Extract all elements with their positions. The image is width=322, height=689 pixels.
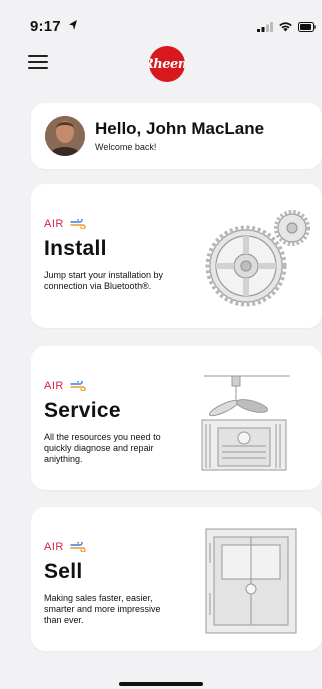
status-time: 9:17 [30,18,61,35]
greeting-text: Hello, John MacLane [95,119,265,138]
card-title: Service [44,399,121,422]
home-indicator[interactable] [119,682,203,686]
gear-illustration [205,210,310,307]
status-icons [257,21,316,32]
card-title: Install [44,237,107,260]
card-title: Sell [44,560,83,583]
card-description: Making sales faster, easier, smarter and… [44,593,161,625]
card-description: All the resources you need to quickly di… [44,432,161,464]
air-flow-icon [70,542,86,552]
air-label: AIR [44,541,64,553]
furnace-unit-illustration [205,528,297,634]
battery-icon [298,21,316,32]
service-card[interactable]: AIR Service All the resources you need t… [31,346,322,490]
signal-icon [257,21,273,32]
card-description: Jump start your installation by connecti… [44,270,164,291]
air-label: AIR [44,218,64,230]
welcome-card: Hello, John MacLane Welcome back! [31,103,322,169]
air-flow-icon [70,219,86,229]
location-arrow-icon [69,20,77,30]
status-bar: 9:17 [0,0,322,44]
avatar [45,116,85,156]
sell-card[interactable]: AIR Sell Making sales faster, easier, sm… [31,507,322,651]
welcome-subtitle: Welcome back! [95,142,157,152]
air-tag: AIR [44,541,86,553]
wifi-icon [279,22,292,32]
rheem-logo: Rheem [149,46,185,82]
logo-text: Rheem [149,56,185,72]
install-card[interactable]: AIR Install Jump start your installation… [31,184,322,328]
air-tag: AIR [44,380,86,392]
air-flow-icon [70,381,86,391]
condenser-unit-illustration [201,375,290,471]
menu-icon[interactable] [28,55,48,71]
air-tag: AIR [44,218,86,230]
air-label: AIR [44,380,64,392]
